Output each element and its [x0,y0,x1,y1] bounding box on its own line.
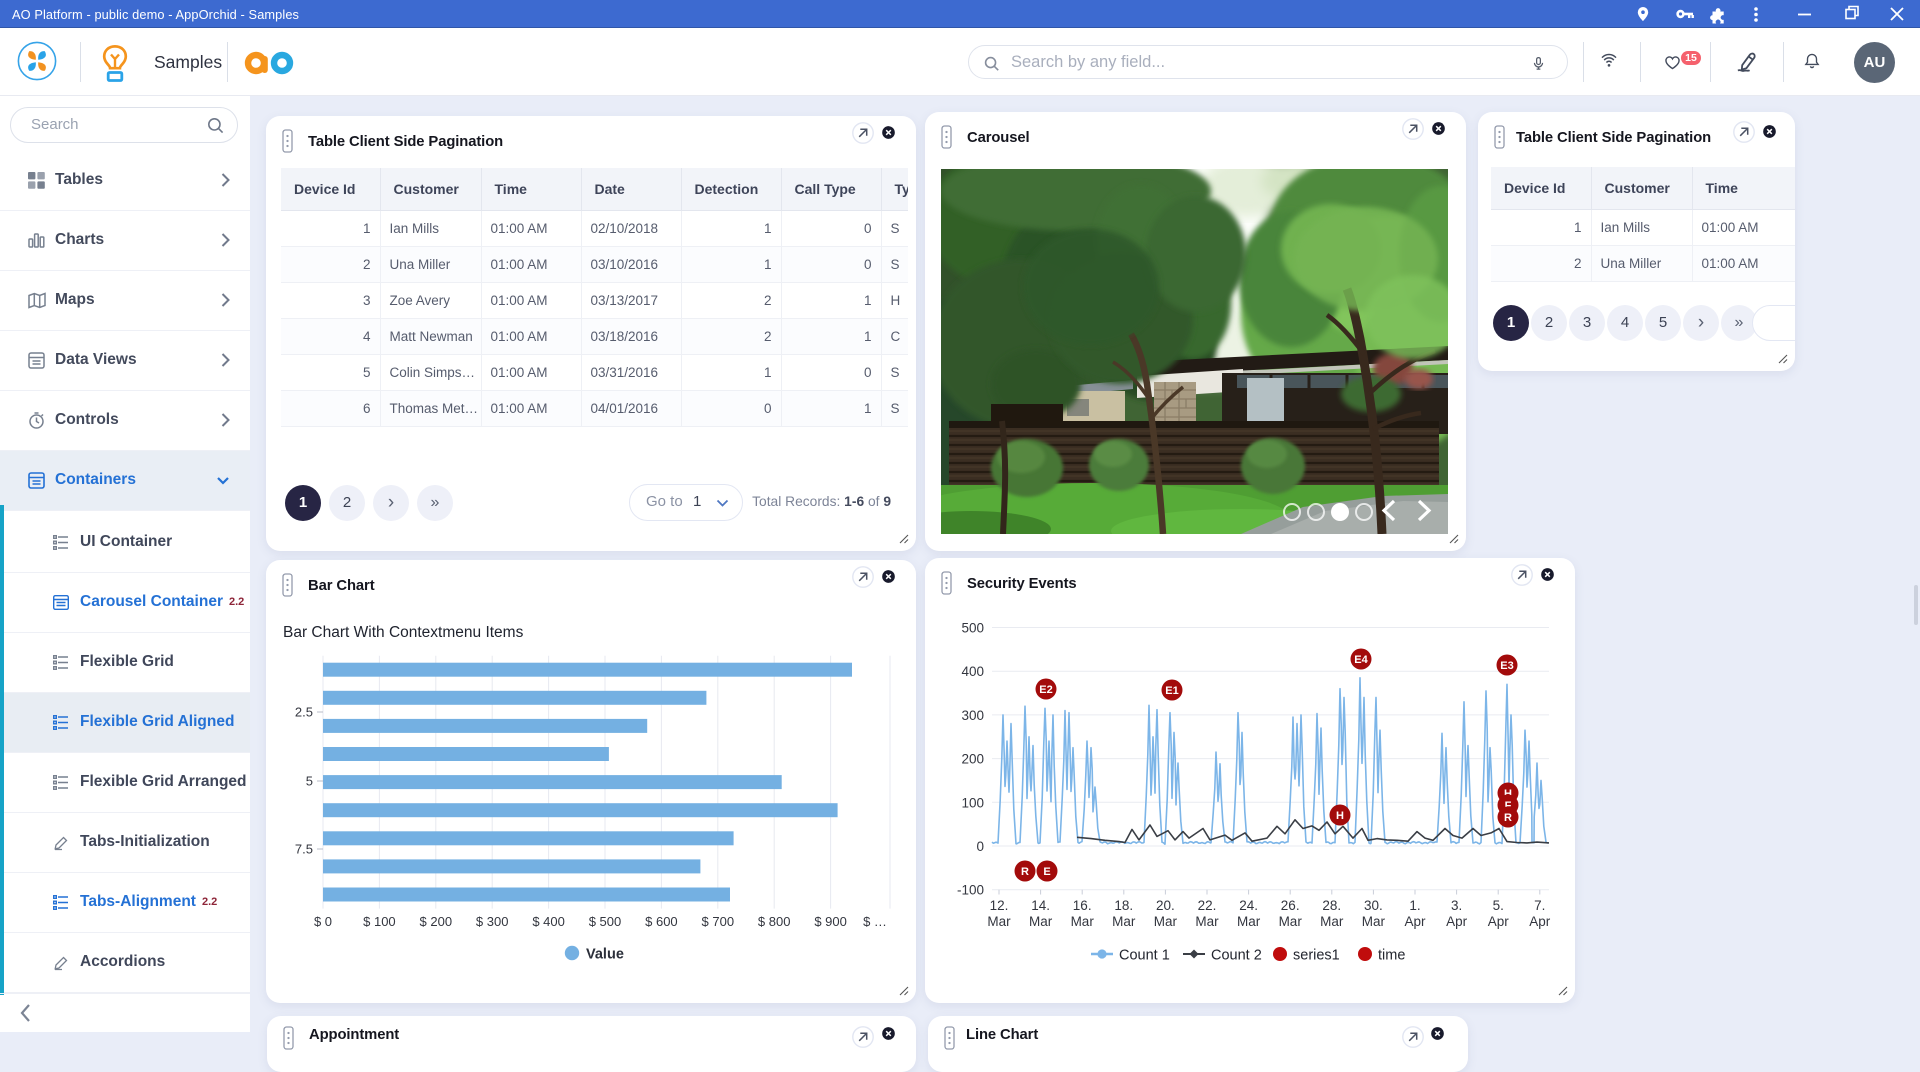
svg-text:time: time [1378,948,1405,964]
svg-text:20.: 20. [1156,898,1175,913]
svg-text:16.: 16. [1073,898,1092,913]
svg-text:R: R [1021,866,1029,878]
svg-text:300: 300 [961,708,984,723]
svg-text:R: R [1504,812,1512,824]
svg-text:Mar: Mar [1154,914,1178,929]
svg-text:$ 400: $ 400 [532,914,565,929]
svg-text:E: E [1043,866,1050,878]
svg-text:500: 500 [961,621,984,636]
svg-text:Mar: Mar [1320,914,1344,929]
svg-text:Mar: Mar [1279,914,1303,929]
svg-text:Mar: Mar [987,914,1011,929]
svg-text:$ 800: $ 800 [758,914,791,929]
svg-text:2.5: 2.5 [295,705,313,720]
svg-text:3.: 3. [1451,898,1462,913]
svg-text:18.: 18. [1114,898,1133,913]
svg-text:Count 1: Count 1 [1119,948,1170,964]
svg-text:-100: -100 [957,883,984,898]
svg-text:Apr: Apr [1404,914,1426,929]
svg-text:H: H [1336,810,1344,822]
svg-text:24.: 24. [1239,898,1258,913]
svg-text:Mar: Mar [1195,914,1219,929]
svg-text:Apr: Apr [1488,914,1510,929]
svg-text:E4: E4 [1354,654,1368,666]
svg-text:1.: 1. [1409,898,1420,913]
svg-text:14.: 14. [1031,898,1050,913]
svg-text:22.: 22. [1198,898,1217,913]
svg-text:$ 100: $ 100 [363,914,396,929]
svg-text:Apr: Apr [1529,914,1551,929]
svg-text:$ 700: $ 700 [702,914,735,929]
svg-text:Mar: Mar [1071,914,1095,929]
svg-text:$ 0: $ 0 [314,914,332,929]
svg-text:Mar: Mar [1112,914,1136,929]
svg-text:7.: 7. [1534,898,1545,913]
svg-text:400: 400 [961,664,984,679]
svg-text:100: 100 [961,795,984,810]
svg-text:$ …: $ … [863,914,887,929]
svg-text:Mar: Mar [1029,914,1053,929]
svg-text:Value: Value [586,947,624,963]
svg-text:$ 200: $ 200 [420,914,453,929]
svg-text:$ 500: $ 500 [589,914,622,929]
svg-text:0: 0 [976,839,984,854]
svg-text:$ 900: $ 900 [814,914,847,929]
svg-text:E2: E2 [1039,684,1052,696]
svg-text:Apr: Apr [1446,914,1468,929]
svg-text:E3: E3 [1500,660,1513,672]
svg-text:7.5: 7.5 [295,842,313,857]
svg-text:30.: 30. [1364,898,1383,913]
svg-text:series1: series1 [1293,948,1340,964]
svg-text:E1: E1 [1165,685,1178,697]
svg-text:200: 200 [961,752,984,767]
svg-text:5: 5 [306,774,313,789]
svg-text:$ 300: $ 300 [476,914,509,929]
svg-text:Bar Chart With Contextmenu Ite: Bar Chart With Contextmenu Items [283,624,524,641]
svg-text:28.: 28. [1322,898,1341,913]
svg-text:5.: 5. [1493,898,1504,913]
svg-text:$ 600: $ 600 [645,914,678,929]
svg-text:Mar: Mar [1237,914,1261,929]
svg-text:Mar: Mar [1362,914,1386,929]
svg-text:Count 2: Count 2 [1211,948,1262,964]
svg-text:12.: 12. [990,898,1009,913]
svg-text:26.: 26. [1281,898,1300,913]
